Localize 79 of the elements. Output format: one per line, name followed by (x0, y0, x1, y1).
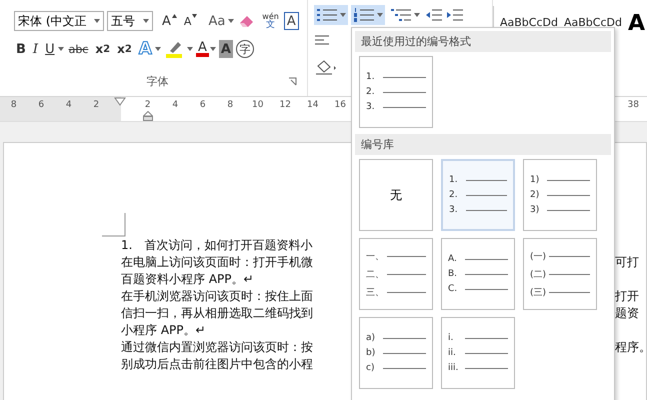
number-marker: 2. (366, 87, 376, 97)
number-marker: 三、 (366, 286, 384, 298)
font-size-dropdown[interactable]: 五号 (107, 11, 153, 31)
group-label: 字体 (146, 74, 168, 89)
number-marker: 3. (449, 205, 459, 215)
number-marker: B. (448, 269, 458, 279)
number-marker: 1. (366, 72, 376, 82)
ruler-number: 8 (10, 100, 18, 111)
number-marker: c) (366, 363, 376, 373)
font-button[interactable]: A (182, 10, 194, 32)
document-text: 在电脑上访问该页面时：打开手机微 (121, 254, 314, 271)
numbering-format-item[interactable]: 一、 二、 三、 (359, 238, 433, 310)
number-marker: 二、 (366, 268, 384, 280)
numbering-format-item[interactable]: A. B. C. (441, 238, 515, 310)
font-button[interactable]: I (30, 38, 40, 60)
ruler-number: 10 (251, 100, 264, 111)
document-text: 通过微信内置浏览器访问该页时：按 (121, 339, 314, 356)
ruler-number: 12 (278, 100, 292, 111)
ruler-number: 2 (92, 100, 100, 111)
numbering-format-item[interactable]: 1. 2. 3. (441, 159, 515, 231)
document-text: 百题资料小程序 APP。↵ (121, 271, 255, 288)
ruler-number: 8 (226, 100, 234, 111)
document-text: 可打 (615, 254, 640, 271)
phonetic-guide-button[interactable]: wén 文 (260, 10, 281, 32)
numbering-format-item[interactable]: 无 (359, 159, 433, 231)
number-marker: A. (448, 254, 458, 264)
font-button[interactable]: U (43, 38, 57, 60)
number-marker: (三) (530, 286, 546, 298)
number-marker: a) (366, 333, 376, 343)
numbering-format-item[interactable]: 1) 2) 3) (523, 159, 597, 231)
style-sample[interactable]: AaBbCcDd (500, 16, 558, 29)
font-button[interactable]: Aa (206, 10, 228, 32)
number-marker: 2. (449, 190, 459, 200)
number-marker: 3. (366, 102, 376, 112)
number-marker: (二) (530, 268, 546, 280)
document-text: 题资 (615, 305, 640, 322)
style-sample[interactable]: AaBbCcDd (564, 16, 622, 29)
number-marker: b) (366, 348, 376, 358)
document-text: 信扫一扫，再从相册选取二维码找到 (121, 305, 314, 322)
font-button[interactable]: A (160, 10, 173, 32)
numbering-format-item[interactable]: a) b) c) (359, 317, 433, 389)
font-button[interactable]: A (196, 41, 209, 57)
font-button[interactable]: abc (66, 38, 90, 60)
number-marker: 2) (530, 190, 540, 200)
ruler-number: 38 (626, 100, 640, 111)
number-marker: i. (448, 333, 454, 343)
ruler-number: 16 (334, 100, 347, 111)
number-marker: (一) (530, 250, 546, 262)
number-marker: C. (448, 284, 458, 294)
ruler-number: 4 (171, 100, 180, 111)
font-button[interactable]: A (218, 40, 233, 58)
font-button[interactable]: 字 (236, 40, 254, 58)
document-text: 1. 首次访问，如何打开百题资料小 (121, 237, 314, 254)
document-text: 别成功后点击前往图片中包含的小程 (121, 356, 314, 373)
font-name-dropdown[interactable]: 宋体 (中文正 (14, 11, 104, 31)
number-marker: 一、 (366, 250, 384, 262)
ruler-number: 14 (306, 100, 320, 111)
ruler-number: 6 (198, 100, 207, 111)
numbering-format-item[interactable]: 1. 2. 3. (359, 56, 433, 128)
document-text: 打开 (615, 288, 640, 305)
font-button[interactable]: B (14, 38, 28, 60)
ruler-number: 6 (37, 100, 46, 111)
document-text: 程序。 (615, 339, 647, 356)
font-button[interactable]: A (284, 12, 299, 30)
number-marker: 1. (449, 175, 459, 185)
menu-section-header: 最近使用过的编号格式 (355, 31, 611, 52)
number-marker: iii. (448, 363, 460, 373)
document-text: 小程序 APP。↵ (121, 322, 207, 339)
menu-section-header: 编号库 (355, 134, 611, 155)
style-sample[interactable]: A (628, 14, 645, 34)
number-marker: 1) (530, 175, 540, 185)
numbering-format-item[interactable]: (一) (二) (三) (523, 238, 597, 310)
number-marker: 3) (530, 205, 540, 215)
numbering-format-item[interactable]: i. ii. iii. (441, 317, 515, 389)
font-button[interactable]: A (136, 38, 154, 60)
document-text: 在手机浏览器访问该页时：按住上面 (121, 288, 314, 305)
number-marker: ii. (448, 348, 457, 358)
ruler-number: 4 (64, 100, 73, 111)
ruler-number: 2 (144, 100, 152, 111)
